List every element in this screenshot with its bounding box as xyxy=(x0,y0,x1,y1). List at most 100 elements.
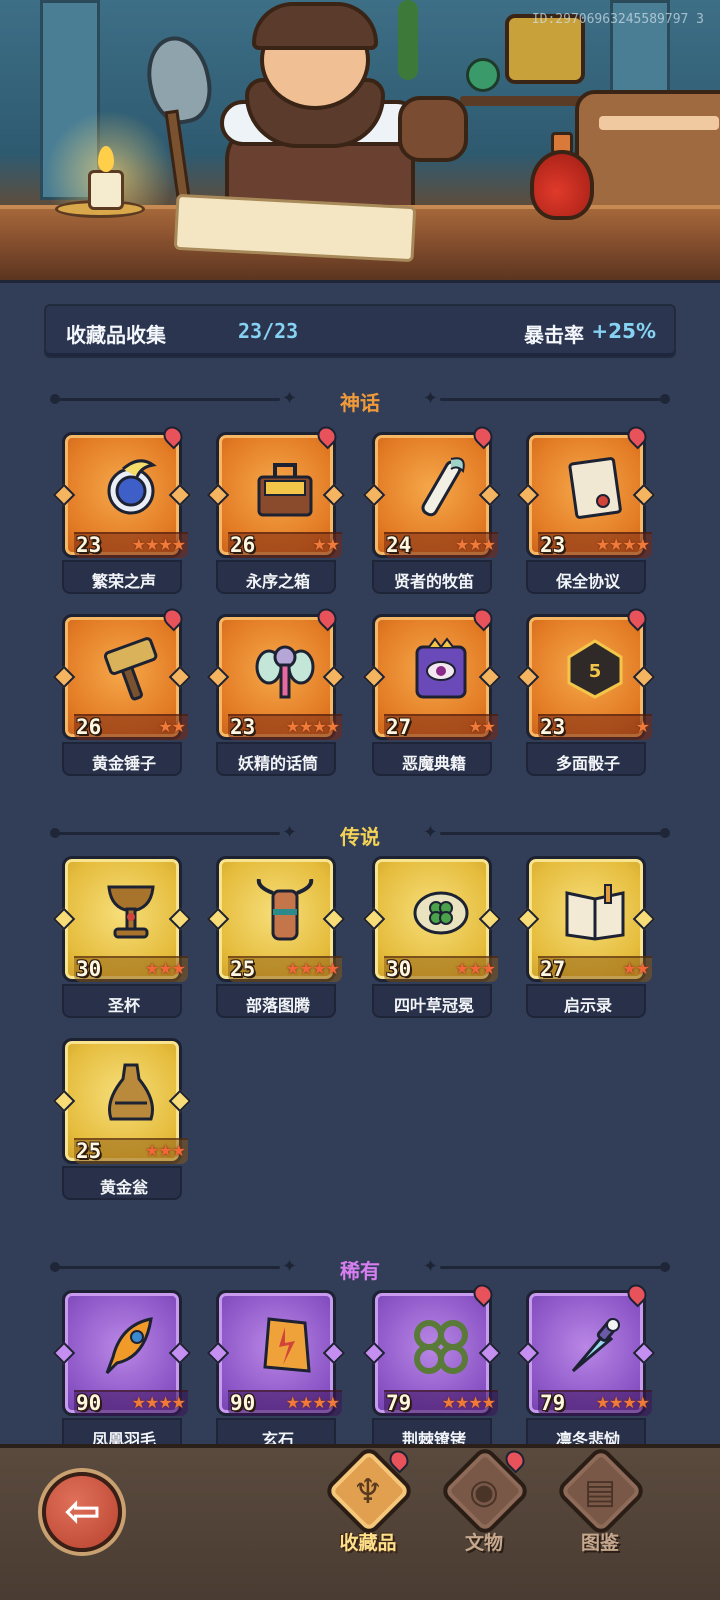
collectible-card[interactable]: 90 ★★★★ 凤凰羽毛 xyxy=(52,1290,192,1460)
collectible-card[interactable]: 79 ★★★★ 凛冬悲恸 xyxy=(516,1280,656,1460)
collectible-card[interactable]: 90 ★★★★ 玄石 xyxy=(206,1290,346,1460)
totem-icon xyxy=(255,878,315,943)
player-id: ID:29706963245589797 3 xyxy=(531,12,704,27)
collectible-card[interactable]: 23 ★★★★ 妖精的话筒 xyxy=(206,604,346,784)
collectible-card[interactable]: 23 ★★★★ 保全协议 xyxy=(516,422,656,602)
collectible-card[interactable]: 24 ★★★ 贤者的牧笛 xyxy=(362,422,502,602)
back-button[interactable]: ⇦ xyxy=(42,1472,122,1552)
name-plate: 多面骰子 xyxy=(526,742,646,776)
card-frame: 25 ★★★ xyxy=(62,1038,188,1164)
hammer-icon xyxy=(101,637,161,701)
collectible-card[interactable]: 27 ★★ 启示录 xyxy=(516,856,656,1026)
demon-tome-icon xyxy=(411,637,471,701)
star-rating: ★★★★ xyxy=(595,535,650,554)
dice-icon: 5 xyxy=(565,637,625,701)
scroll-contract-icon xyxy=(565,455,625,519)
sparkle-icon: ✦ xyxy=(422,822,438,843)
green-orb-icon xyxy=(466,58,500,92)
collectible-card[interactable]: 25 ★★★★ 部落图腾 xyxy=(206,856,346,1026)
phoenix-feather-icon xyxy=(101,1313,161,1377)
star-rating: ★★★★ xyxy=(595,1393,650,1412)
name-plate: 妖精的话筒 xyxy=(216,742,336,776)
item-level: 25 xyxy=(76,1139,102,1163)
tab-label: 文物 xyxy=(464,1532,503,1554)
collectible-card[interactable]: 25 ★★★ 黄金瓮 xyxy=(52,1038,192,1208)
tab-label: 收藏品 xyxy=(339,1532,397,1554)
card-frame: 30 ★★★ xyxy=(372,856,498,982)
section-title-legend: 传说 xyxy=(340,825,380,849)
level-bar: 30 ★★★ xyxy=(74,956,188,982)
thorn-shackles-icon xyxy=(411,1313,471,1377)
name-plate: 启示录 xyxy=(526,984,646,1018)
collectible-card[interactable]: 26 ★★ 黄金锤子 xyxy=(52,604,192,784)
level-bar: 25 ★★★★ xyxy=(228,956,342,982)
item-name: 恶魔典籍 xyxy=(401,754,466,773)
level-bar: 24 ★★★ xyxy=(384,532,498,558)
item-name: 黄金锤子 xyxy=(91,754,156,773)
treasure-chest-icon xyxy=(255,455,315,519)
flame-icon xyxy=(98,146,114,172)
star-rating: ★★★★ xyxy=(131,535,186,554)
name-plate: 圣杯 xyxy=(62,984,182,1018)
collectible-card[interactable]: 27 ★★ 恶魔典籍 xyxy=(362,604,502,784)
card-frame: 24 ★★★ xyxy=(372,432,498,558)
level-bar: 26 ★★ xyxy=(74,714,188,740)
card-frame: 26 ★★ xyxy=(62,614,188,740)
item-level: 26 xyxy=(76,715,102,739)
item-level: 90 xyxy=(76,1391,102,1415)
card-frame: 90 ★★★★ xyxy=(216,1290,342,1416)
npc-hair xyxy=(252,2,378,50)
item-name: 黄金瓮 xyxy=(99,1178,148,1197)
item-level: 23 xyxy=(540,715,566,739)
item-name: 妖精的话筒 xyxy=(237,754,318,773)
star-rating: ★★★★ xyxy=(285,717,340,736)
level-bar: 23 ★ xyxy=(538,714,652,740)
harp-icon: ♆ xyxy=(352,1472,384,1512)
divider-dot xyxy=(660,394,670,404)
collectible-card[interactable]: 5 23 ★ 多面骰子 xyxy=(516,604,656,784)
flute-icon xyxy=(411,455,471,519)
back-arrow-icon: ⇦ xyxy=(64,1486,101,1537)
svg-text:5: 5 xyxy=(589,661,602,682)
tab-artifacts[interactable]: ◉ 文物 xyxy=(434,1444,534,1558)
divider-dot xyxy=(660,1262,670,1272)
sparkle-icon: ✦ xyxy=(422,1256,438,1277)
item-level: 30 xyxy=(76,957,102,981)
name-plate: 黄金锤子 xyxy=(62,742,182,776)
divider-line xyxy=(440,832,662,835)
section-header-myth: ✦ 神话 ✦ xyxy=(50,384,670,415)
star-rating: ★★★★ xyxy=(285,959,340,978)
item-level: 25 xyxy=(230,957,256,981)
card-frame: 23 ★★★★ xyxy=(526,432,652,558)
candle-icon xyxy=(88,170,124,210)
star-rating: ★★ xyxy=(468,717,496,736)
collectible-card[interactable]: 79 ★★★★ 荆棘镣铐 xyxy=(362,1280,502,1460)
item-name: 繁荣之声 xyxy=(91,572,156,591)
tab-codex[interactable]: ▤ 图鉴 xyxy=(550,1444,650,1558)
level-bar: 79 ★★★★ xyxy=(384,1390,498,1416)
eye-icon: ◉ xyxy=(469,1472,499,1512)
star-rating: ★★★ xyxy=(454,535,496,554)
crit-rate-label: 暴击率 xyxy=(524,323,584,347)
card-frame: 23 ★★★★ xyxy=(216,614,342,740)
collectible-card[interactable]: 30 ★★★ 四叶草冠冕 xyxy=(362,856,502,1026)
star-rating: ★★★ xyxy=(144,1141,186,1160)
item-level: 27 xyxy=(540,957,566,981)
item-name: 圣杯 xyxy=(107,996,140,1015)
collectible-card[interactable]: 23 ★★★★ 繁荣之声 xyxy=(52,422,192,602)
collectible-card[interactable]: 30 ★★★ 圣杯 xyxy=(52,856,192,1026)
item-level: 79 xyxy=(386,1391,412,1415)
divider-line xyxy=(440,1266,662,1269)
sparkle-icon: ✦ xyxy=(422,388,438,409)
card-frame: 79 ★★★★ xyxy=(372,1290,498,1416)
star-rating: ★★★★ xyxy=(131,1393,186,1412)
tab-collectibles[interactable]: ♆ 收藏品 xyxy=(318,1444,418,1558)
lightning-stone-icon xyxy=(255,1313,315,1377)
item-name: 永序之箱 xyxy=(245,572,310,591)
name-plate: 四叶草冠冕 xyxy=(372,984,492,1018)
collectible-card[interactable]: 26 ★★ 永序之箱 xyxy=(206,422,346,602)
fairy-microphone-icon xyxy=(255,637,315,701)
red-potion-icon xyxy=(530,150,594,220)
section-title-rare: 稀有 xyxy=(340,1259,380,1283)
name-plate: 恶魔典籍 xyxy=(372,742,492,776)
